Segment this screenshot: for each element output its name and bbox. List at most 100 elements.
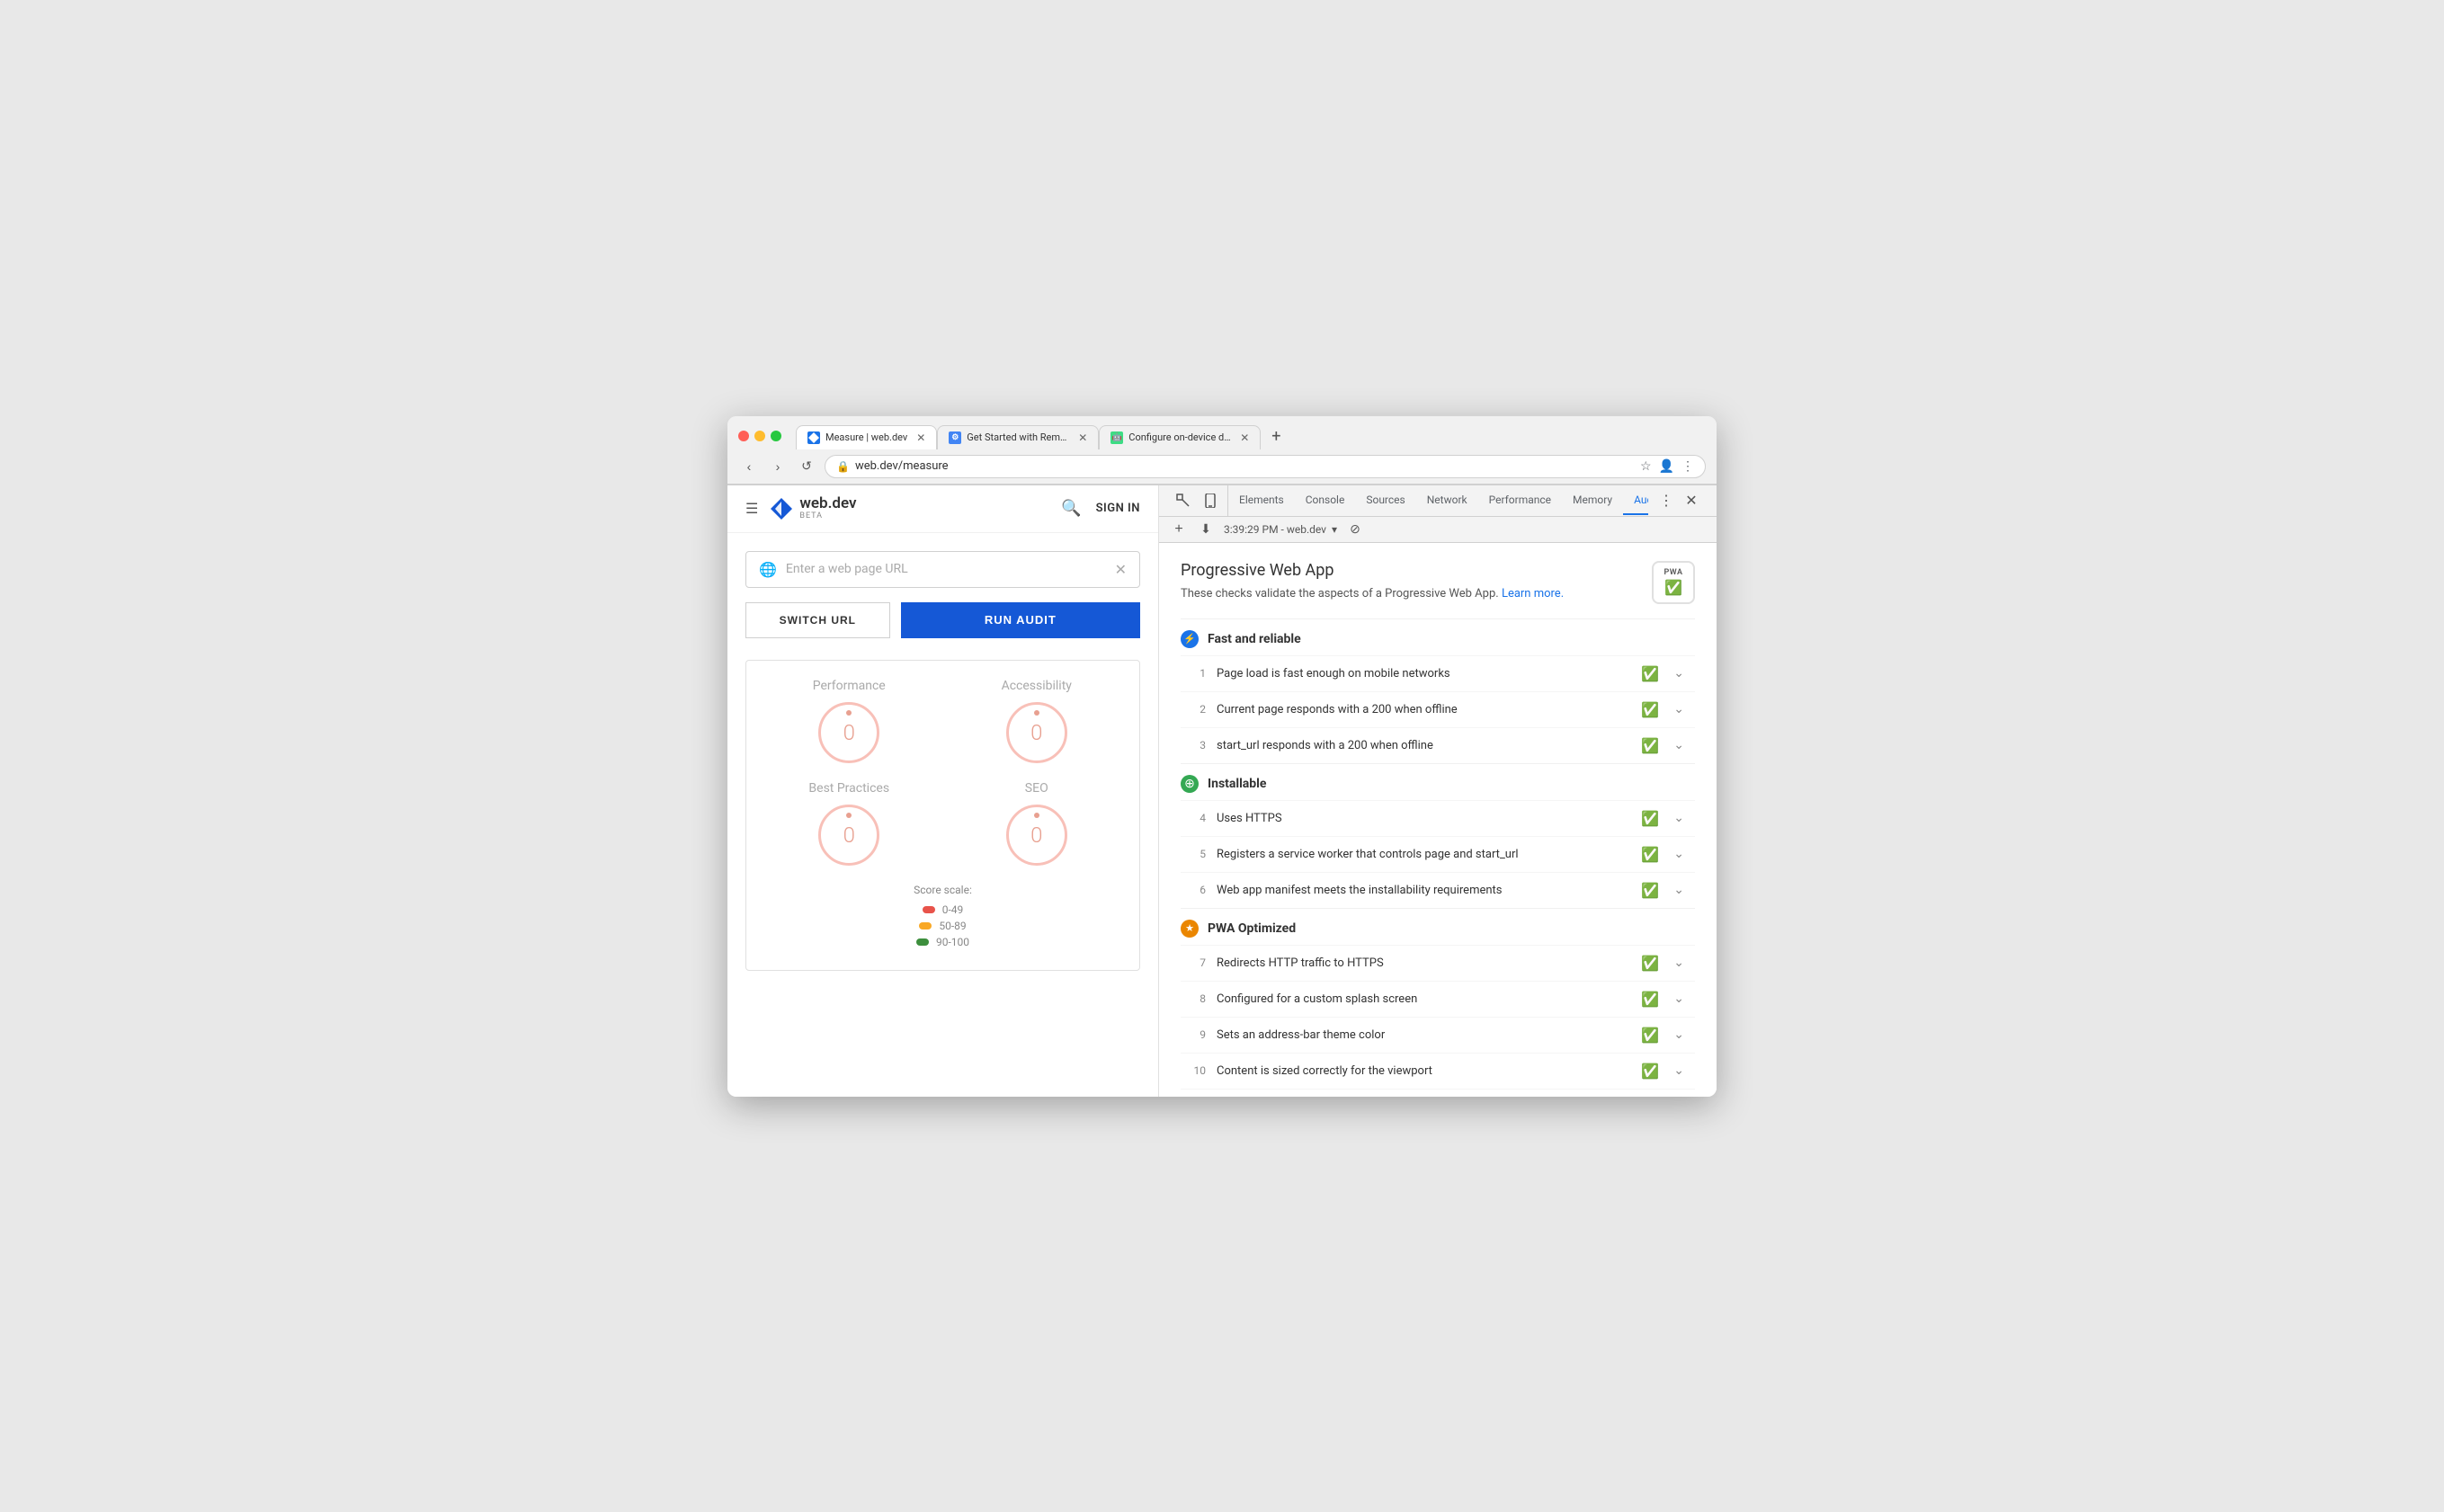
- tab-1-close[interactable]: ✕: [916, 431, 925, 444]
- audit-expand-9[interactable]: ⌄: [1673, 1027, 1684, 1042]
- right-panel: Elements Console Sources Network Perform…: [1159, 485, 1717, 1097]
- hamburger-menu-button[interactable]: ☰: [745, 500, 758, 517]
- audit-expand-4[interactable]: ⌄: [1673, 811, 1684, 825]
- audit-expand-3[interactable]: ⌄: [1673, 738, 1684, 752]
- performance-score: Performance 0: [764, 679, 934, 763]
- accessibility-score: Accessibility 0: [952, 679, 1122, 763]
- seo-value: 0: [1030, 823, 1042, 848]
- seo-label: SEO: [1025, 781, 1048, 796]
- audit-bar: + ⬇ 3:39:29 PM - web.dev ▾ ⊘: [1159, 517, 1717, 543]
- sign-in-button[interactable]: SIGN IN: [1096, 502, 1140, 515]
- learn-more-link[interactable]: Learn more.: [1502, 587, 1564, 600]
- audit-text-6: Web app manifest meets the installabilit…: [1217, 884, 1630, 897]
- audit-text-8: Configured for a custom splash screen: [1217, 992, 1630, 1006]
- url-input-area[interactable]: 🌐 Enter a web page URL ✕: [745, 551, 1140, 588]
- bookmark-icon[interactable]: ☆: [1640, 459, 1652, 474]
- devtools-mobile-icon[interactable]: [1200, 491, 1220, 511]
- tab-performance[interactable]: Performance: [1478, 486, 1562, 515]
- logo-name: web.dev BETA: [799, 496, 856, 520]
- scale-dot-orange: [919, 922, 932, 929]
- audit-num-2: 2: [1191, 703, 1206, 716]
- scale-range-red: 0-49: [942, 903, 964, 916]
- new-tab-button[interactable]: +: [1264, 423, 1288, 449]
- best-practices-score: Best Practices 0: [764, 781, 934, 866]
- scale-dot-green: [916, 938, 929, 946]
- scores-grid: Performance 0 Accessibility 0: [745, 660, 1140, 971]
- accessibility-label: Accessibility: [1002, 679, 1072, 693]
- close-window-button[interactable]: [738, 431, 749, 441]
- fast-reliable-title: Fast and reliable: [1208, 632, 1301, 646]
- audit-dropdown-button[interactable]: ▾: [1332, 523, 1337, 536]
- audit-num-8: 8: [1191, 992, 1206, 1005]
- audit-expand-2[interactable]: ⌄: [1673, 702, 1684, 716]
- audit-num-10: 10: [1191, 1064, 1206, 1077]
- best-practices-circle: 0: [818, 805, 879, 866]
- audit-expand-6[interactable]: ⌄: [1673, 883, 1684, 897]
- tab-audits[interactable]: Audits: [1623, 486, 1648, 515]
- audit-item-6: 6 Web app manifest meets the installabil…: [1181, 872, 1695, 908]
- audit-text-1: Page load is fast enough on mobile netwo…: [1217, 667, 1630, 680]
- audit-expand-8[interactable]: ⌄: [1673, 992, 1684, 1006]
- accessibility-dot: [1034, 710, 1039, 716]
- scale-item-red: 0-49: [764, 903, 1121, 916]
- audit-text-5: Registers a service worker that controls…: [1217, 848, 1630, 861]
- browser-tab-3[interactable]: 🤖 Configure on-device develope... ✕: [1099, 425, 1261, 449]
- browser-tab-2[interactable]: ⚙ Get Started with Remote Debu... ✕: [937, 425, 1099, 449]
- audit-expand-5[interactable]: ⌄: [1673, 847, 1684, 861]
- tab-sources[interactable]: Sources: [1355, 486, 1415, 515]
- forward-button[interactable]: ›: [767, 456, 789, 477]
- devtools-close-button[interactable]: ✕: [1681, 490, 1702, 511]
- audit-num-4: 4: [1191, 812, 1206, 824]
- browser-tab-1[interactable]: Measure | web.dev ✕: [796, 425, 937, 449]
- tab-2-close[interactable]: ✕: [1078, 431, 1087, 444]
- audit-check-1: ✅: [1641, 665, 1659, 682]
- more-icon[interactable]: ⋮: [1681, 459, 1694, 474]
- devtools-more-button[interactable]: ⋮: [1655, 490, 1677, 511]
- audit-download-button[interactable]: ⬇: [1197, 520, 1215, 538]
- tab-memory[interactable]: Memory: [1562, 486, 1623, 515]
- audit-settings-button[interactable]: ⊘: [1346, 520, 1364, 538]
- audit-text-2: Current page responds with a 200 when of…: [1217, 703, 1630, 716]
- audit-add-button[interactable]: +: [1170, 520, 1188, 538]
- devtools-cursor-icon[interactable]: [1173, 491, 1193, 511]
- audit-item-10: 10 Content is sized correctly for the vi…: [1181, 1053, 1695, 1089]
- audit-text-10: Content is sized correctly for the viewp…: [1217, 1064, 1630, 1078]
- audit-num-1: 1: [1191, 667, 1206, 680]
- back-button[interactable]: ‹: [738, 456, 760, 477]
- reload-button[interactable]: ↺: [796, 456, 817, 477]
- installable-title: Installable: [1208, 777, 1266, 791]
- tab-3-close[interactable]: ✕: [1240, 431, 1249, 444]
- run-audit-button[interactable]: RUN AUDIT: [901, 602, 1140, 638]
- devtools-actions: ⋮ ✕: [1648, 490, 1709, 511]
- pwa-title: Progressive Web App: [1181, 561, 1641, 580]
- tab-elements[interactable]: Elements: [1228, 486, 1295, 515]
- maximize-window-button[interactable]: [771, 431, 781, 441]
- account-icon[interactable]: 👤: [1659, 459, 1674, 474]
- site-nav-right: 🔍 SIGN IN: [1061, 499, 1140, 518]
- audit-expand-7[interactable]: ⌄: [1673, 956, 1684, 970]
- performance-value: 0: [843, 720, 855, 745]
- audit-expand-10[interactable]: ⌄: [1673, 1063, 1684, 1078]
- scale-item-orange: 50-89: [764, 920, 1121, 932]
- audit-check-5: ✅: [1641, 846, 1659, 863]
- tab-console[interactable]: Console: [1295, 486, 1356, 515]
- minimize-window-button[interactable]: [754, 431, 765, 441]
- tab-network[interactable]: Network: [1416, 486, 1478, 515]
- switch-url-button[interactable]: SWITCH URL: [745, 602, 890, 638]
- audit-expand-1[interactable]: ⌄: [1673, 666, 1684, 680]
- title-bar-top: Measure | web.dev ✕ ⚙ Get Started with R…: [727, 416, 1717, 449]
- audit-item-1: 1 Page load is fast enough on mobile net…: [1181, 655, 1695, 691]
- audit-item-3: 3 start_url responds with a 200 when off…: [1181, 727, 1695, 763]
- audit-text-4: Uses HTTPS: [1217, 812, 1630, 825]
- performance-dot: [846, 710, 852, 716]
- audit-item-2: 2 Current page responds with a 200 when …: [1181, 691, 1695, 727]
- audit-item-9: 9 Sets an address-bar theme color ✅ ⌄: [1181, 1017, 1695, 1053]
- address-input-wrap[interactable]: 🔒 web.dev/measure ☆ 👤 ⋮: [825, 455, 1706, 478]
- lock-icon: 🔒: [836, 460, 850, 473]
- clear-url-button[interactable]: ✕: [1115, 561, 1127, 578]
- devtools-header: Elements Console Sources Network Perform…: [1159, 485, 1717, 517]
- performance-label: Performance: [813, 679, 886, 693]
- search-button[interactable]: 🔍: [1061, 499, 1081, 518]
- main-area: ☰ web.dev BETA 🔍 SIGN IN: [727, 485, 1717, 1097]
- pwa-badge-check-icon: ✅: [1664, 579, 1682, 596]
